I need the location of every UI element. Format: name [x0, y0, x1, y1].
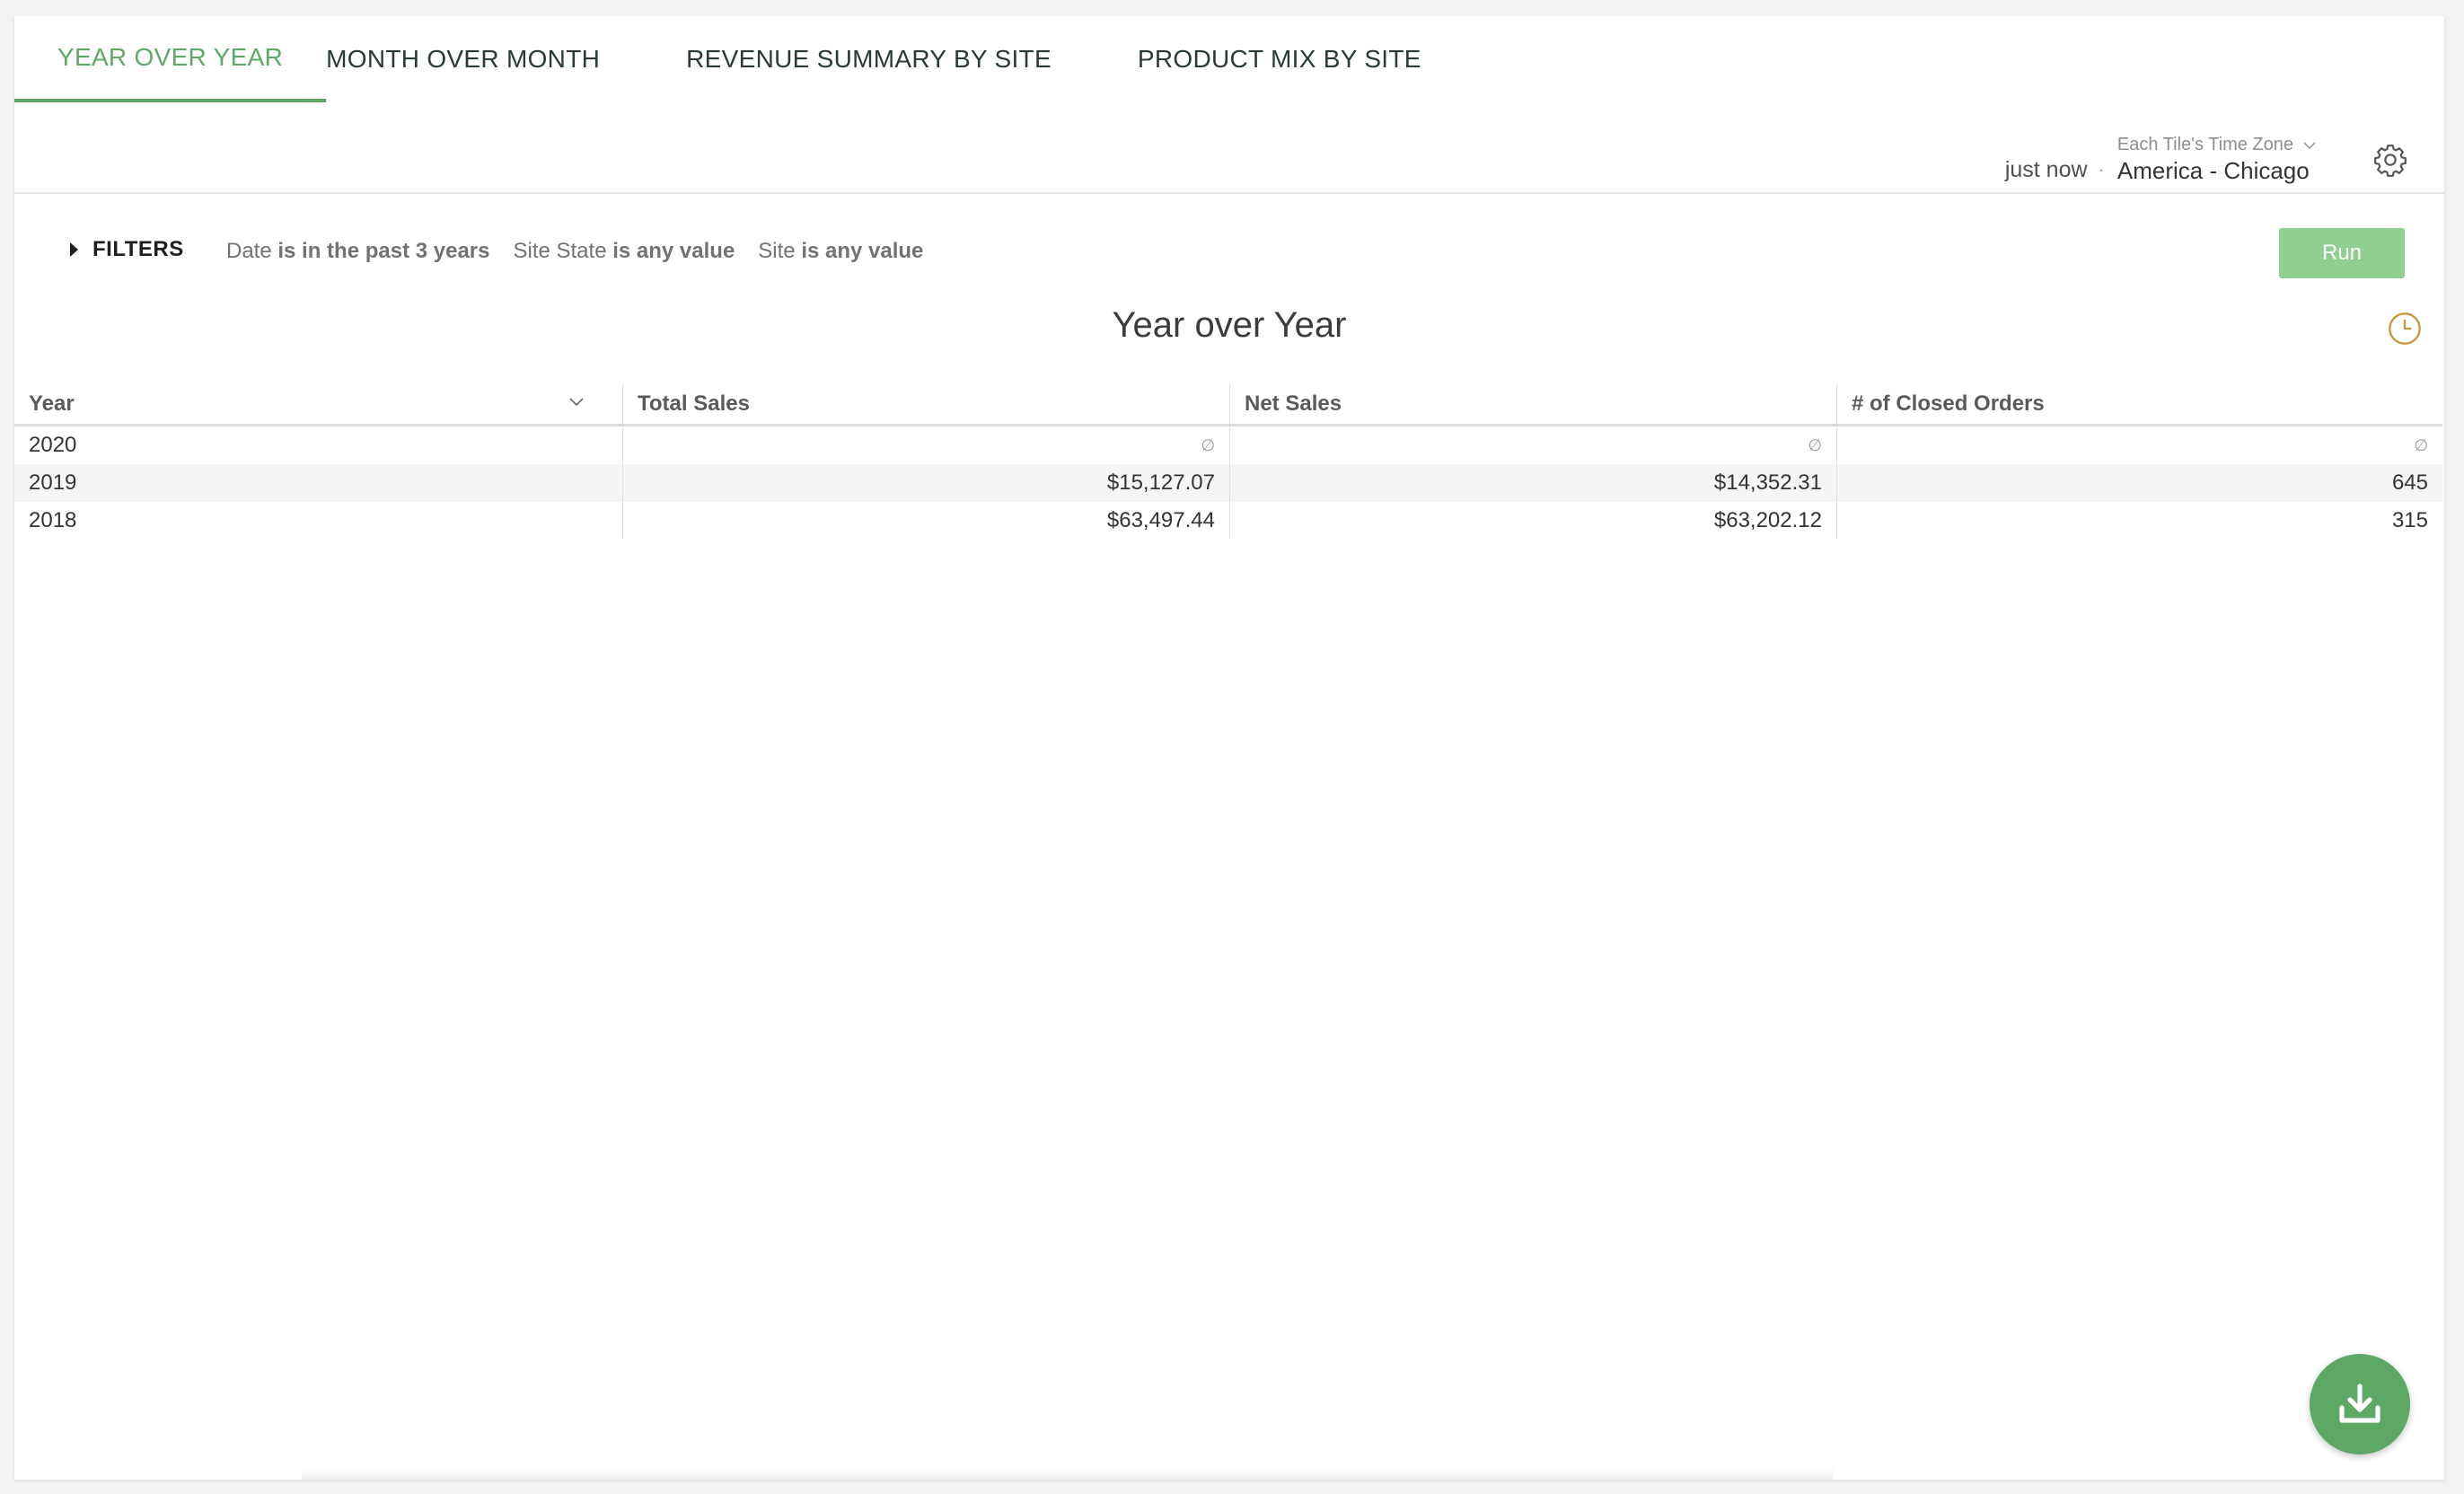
gear-icon[interactable] — [2372, 142, 2408, 178]
run-button[interactable]: Run — [2279, 228, 2405, 278]
column-header-year[interactable]: Year — [14, 384, 622, 424]
download-button[interactable] — [2310, 1354, 2410, 1454]
cell-closed-orders[interactable]: 315 — [1836, 502, 2442, 540]
dashboard-card: YEAR OVER YEAR MONTH OVER MONTH REVENUE … — [14, 16, 2444, 1480]
data-table: Year Total Sales Net Sales # of Closed O… — [14, 384, 2442, 540]
filter-site[interactable]: Site is any value — [758, 239, 923, 264]
timezone-value: America - Chicago — [2116, 157, 2310, 184]
sort-chevron-down-icon[interactable] — [568, 397, 585, 408]
timezone-selector[interactable]: Each Tile's Time Zone America - Chicago — [2117, 135, 2317, 185]
cell-total-sales[interactable]: $15,127.07 — [622, 464, 1229, 502]
filters-toggle[interactable]: FILTERS — [70, 237, 184, 262]
cell-total-sales[interactable]: $63,497.44 — [622, 502, 1229, 540]
header-divider — [14, 192, 2444, 194]
dashboard-header-controls: just now · Each Tile's Time Zone America… — [2005, 122, 2408, 194]
table-row: 2018 $63,497.44 $63,202.12 315 — [14, 502, 2442, 540]
timezone-label: Each Tile's Time Zone — [2117, 135, 2317, 155]
cell-net-sales[interactable]: $63,202.12 — [1229, 502, 1836, 540]
filter-condition: is any value — [612, 239, 735, 263]
chevron-down-icon — [2303, 141, 2316, 149]
filter-date[interactable]: Date is in the past 3 years — [226, 239, 489, 264]
tab-bar: YEAR OVER YEAR MONTH OVER MONTH REVENUE … — [14, 16, 1465, 102]
column-header-total-sales[interactable]: Total Sales — [622, 384, 1229, 424]
filter-condition: is in the past 3 years — [277, 239, 490, 263]
filter-field: Site — [758, 239, 796, 263]
filters-label: FILTERS — [92, 237, 184, 261]
cell-year[interactable]: 2019 — [14, 464, 622, 502]
tab-month-over-month[interactable]: MONTH OVER MONTH — [326, 16, 643, 102]
null-value: ∅ — [1201, 435, 1215, 454]
separator-dot: · — [2098, 158, 2105, 180]
table-row: 2020 ∅ ∅ ∅ — [14, 426, 2442, 464]
caret-right-icon — [70, 242, 78, 257]
cell-total-sales[interactable]: ∅ — [622, 426, 1229, 464]
table-header-row: Year Total Sales Net Sales # of Closed O… — [14, 384, 2442, 426]
column-header-net-sales[interactable]: Net Sales — [1229, 384, 1836, 424]
tile-title: Year over Year — [1112, 305, 1347, 345]
tab-year-over-year[interactable]: YEAR OVER YEAR — [14, 16, 327, 102]
filter-summary[interactable]: Date is in the past 3 years Site State i… — [226, 239, 946, 264]
column-header-label: Year — [29, 391, 75, 416]
filter-condition: is any value — [801, 239, 924, 263]
last-updated-text: just now — [2004, 157, 2088, 182]
download-icon — [2339, 1384, 2380, 1423]
cell-closed-orders[interactable]: 645 — [1836, 464, 2442, 502]
filter-field: Date — [226, 239, 272, 263]
cell-year[interactable]: 2020 — [14, 426, 622, 464]
cell-year[interactable]: 2018 — [14, 502, 622, 540]
tab-revenue-summary-by-site[interactable]: REVENUE SUMMARY BY SITE — [643, 16, 1095, 102]
cell-net-sales[interactable]: $14,352.31 — [1229, 464, 1836, 502]
table-row: 2019 $15,127.07 $14,352.31 645 — [14, 464, 2442, 502]
filter-site-state[interactable]: Site State is any value — [513, 239, 735, 264]
tab-product-mix-by-site[interactable]: PRODUCT MIX BY SITE — [1095, 16, 1465, 102]
filter-field: Site State — [513, 239, 607, 263]
cell-closed-orders[interactable]: ∅ — [1836, 426, 2442, 464]
null-value: ∅ — [2414, 435, 2428, 454]
timezone-label-text: Each Tile's Time Zone — [2116, 135, 2293, 154]
clock-icon[interactable] — [2387, 311, 2423, 347]
null-value: ∅ — [1808, 435, 1822, 454]
bottom-shadow — [302, 1467, 1834, 1480]
cell-net-sales[interactable]: ∅ — [1229, 426, 1836, 464]
filter-bar: FILTERS Date is in the past 3 years Site… — [14, 212, 2444, 293]
column-header-closed-orders[interactable]: # of Closed Orders — [1836, 384, 2442, 424]
